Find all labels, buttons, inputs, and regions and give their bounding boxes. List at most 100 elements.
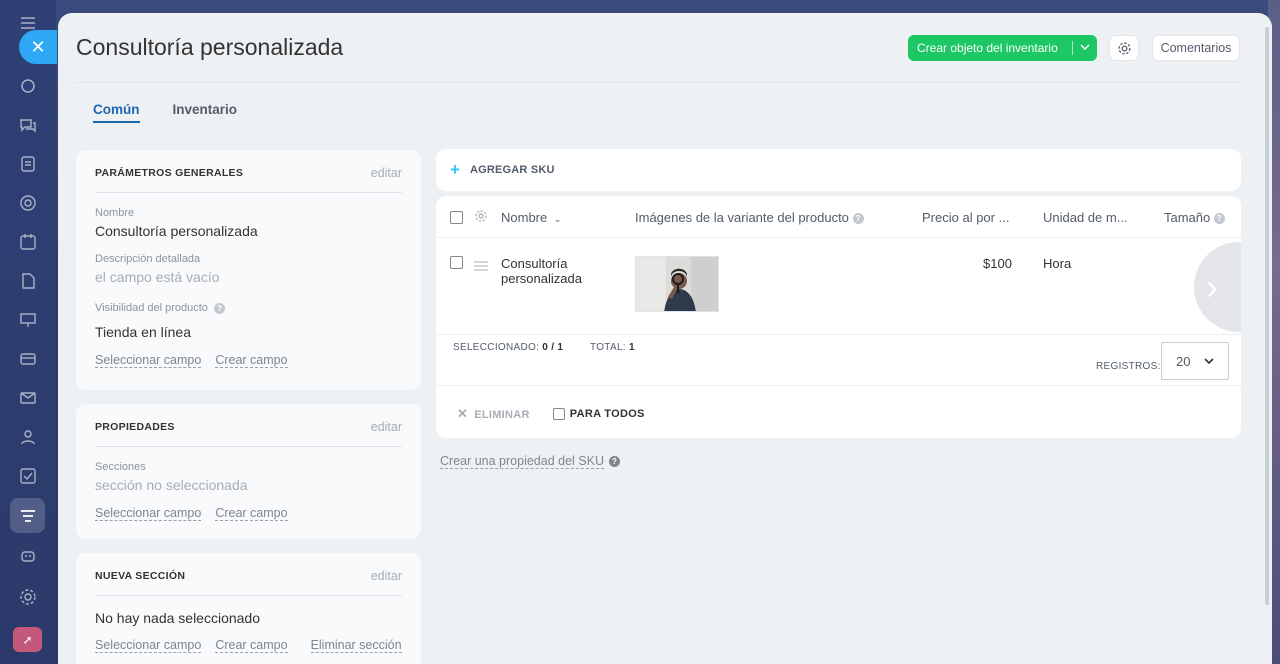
catalog-icon[interactable] [18,506,38,526]
gear-icon [1117,41,1131,55]
presentation-icon[interactable] [18,310,38,330]
card-header: PARÁMETROS GENERALES editar [95,150,402,193]
divider [436,334,1241,335]
for-all-label: PARA TODOS [569,408,645,420]
calendar-icon[interactable] [18,232,38,252]
create-inventory-button[interactable]: Crear objeto del inventario [908,35,1097,61]
rocket-icon[interactable]: ➚ [13,627,42,652]
new-section-value[interactable]: No hay nada seleccionado [95,610,402,626]
create-field-link[interactable]: Crear campo [215,638,288,653]
visibility-value[interactable]: Tienda en línea [95,324,402,340]
header-divider [76,82,1240,83]
edit-link[interactable]: editar [371,569,402,583]
settings-icon[interactable] [18,587,38,607]
documents-icon[interactable] [18,154,38,174]
file-icon[interactable] [18,271,38,291]
robot-icon[interactable] [18,545,38,565]
tabs: Común Inventario [93,102,237,123]
tab-inventory[interactable]: Inventario [173,102,238,123]
help-icon[interactable]: ? [609,456,620,467]
visibility-label: Visibilidad del producto [95,302,208,314]
chevron-down-icon: ⌄ [553,214,562,224]
row-price[interactable]: $100 [983,256,1012,271]
field-actions: Seleccionar campo Crear campo [95,353,402,368]
select-field-link[interactable]: Seleccionar campo [95,353,202,368]
drag-handle-icon[interactable] [474,258,488,276]
sections-label: Secciones [95,461,146,473]
close-slider-button[interactable]: ✕ [19,30,57,64]
create-sku-property-label: Crear una propiedad del SKU [440,454,604,469]
close-icon: ✕ [457,406,469,421]
for-all-toggle[interactable]: PARA TODOS [552,408,645,420]
comments-button[interactable]: Comentarios [1152,35,1240,61]
records-select[interactable]: 20 [1161,342,1229,380]
field-actions: Seleccionar campo Crear campo [95,506,402,521]
create-field-link[interactable]: Crear campo [215,353,288,368]
column-name[interactable]: Nombre ⌄ [501,210,561,225]
delete-button[interactable]: ✕ ELIMINAR [457,406,530,422]
row-name-line2: personalizada [501,271,582,286]
card-icon[interactable] [18,349,38,369]
sections-value[interactable]: sección no seleccionada [95,477,402,493]
name-value[interactable]: Consultoría personalizada [95,223,402,239]
description-value[interactable]: el campo está vacío [95,269,402,285]
selected-info: SELECCIONADO: 0 / 1 [453,342,563,353]
help-icon[interactable]: ? [213,302,225,314]
card-title: NUEVA SECCIÓN [95,570,186,582]
add-sku-button[interactable]: + AGREGAR SKU [436,149,1241,191]
properties-card: PROPIEDADES editar Secciones sección no … [76,404,421,539]
scrollbar[interactable] [1265,27,1269,605]
new-section-card: NUEVA SECCIÓN editar No hay nada selecci… [76,553,421,664]
drive-icon[interactable] [18,193,38,213]
edit-link[interactable]: editar [371,166,402,180]
tasks-icon[interactable] [18,466,38,486]
row-unit[interactable]: Hora [1043,256,1071,271]
row-name[interactable]: Consultoría personalizada [501,256,582,286]
records-label: REGISTROS: [1096,361,1161,372]
chat-icon[interactable] [18,115,38,135]
product-image[interactable] [635,256,719,312]
app-sidebar: ➚ [0,0,56,664]
plus-icon: + [450,160,460,179]
field-actions: Seleccionar campo Crear campo Eliminar s… [95,638,402,653]
row-checkbox[interactable] [450,256,463,269]
chevron-down-icon[interactable] [1073,43,1097,54]
chevron-down-icon [1204,357,1214,364]
tab-common[interactable]: Común [93,102,140,123]
column-name-label: Nombre [501,210,548,225]
column-unit[interactable]: Unidad de m... [1043,210,1128,225]
feed-icon[interactable] [18,76,38,96]
column-images[interactable]: Imágenes de la variante del producto ? [635,210,864,225]
gear-icon[interactable] [474,209,488,228]
column-images-label: Imágenes de la variante del producto [635,210,849,225]
product-slider-panel: Consultoría personalizada Crear objeto d… [58,13,1272,664]
divider [436,385,1241,386]
delete-section-link[interactable]: Eliminar sección [310,638,402,653]
name-label: Nombre [95,207,135,219]
help-icon[interactable]: ? [1213,213,1225,225]
delete-label: ELIMINAR [474,409,530,421]
for-all-checkbox[interactable] [552,408,565,420]
create-sku-property-link[interactable]: Crear una propiedad del SKU ? [440,454,620,469]
description-label: Descripción detallada [95,253,201,265]
chevron-right-icon: › [1206,266,1218,307]
card-title: PARÁMETROS GENERALES [95,167,244,179]
create-field-link[interactable]: Crear campo [215,506,288,521]
add-sku-label: AGREGAR SKU [469,164,555,176]
help-icon[interactable]: ? [852,213,864,225]
scroll-right-button[interactable]: › [1194,242,1241,332]
column-price[interactable]: Precio al por ... [922,210,1009,225]
card-header: PROPIEDADES editar [95,404,402,447]
select-all-checkbox[interactable] [450,211,463,224]
total-value: 1 [628,342,635,353]
column-size-label: Tamaño [1164,210,1211,225]
settings-button[interactable] [1109,35,1139,61]
mail-icon[interactable] [18,388,38,408]
select-field-link[interactable]: Seleccionar campo [95,638,202,653]
select-field-link[interactable]: Seleccionar campo [95,506,202,521]
selected-value: 0 / 1 [542,342,564,353]
grid-header: Nombre ⌄ Imágenes de la variante del pro… [436,196,1241,238]
column-size[interactable]: Tamaño ? [1164,210,1225,225]
contacts-icon[interactable] [18,427,38,447]
edit-link[interactable]: editar [371,420,402,434]
